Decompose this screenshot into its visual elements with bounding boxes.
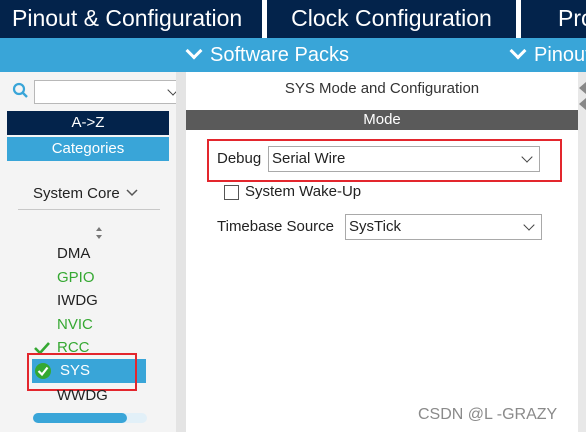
system-wakeup-checkbox[interactable] — [224, 185, 239, 200]
panel-splitter[interactable] — [176, 72, 186, 432]
highlight-box — [27, 353, 137, 391]
mode-header: Mode — [186, 110, 578, 130]
divider — [18, 209, 160, 210]
timebase-source-label: Timebase Source — [217, 218, 334, 235]
list-item-gpio[interactable]: GPIO — [57, 269, 95, 286]
tab-clock-configuration[interactable]: Clock Configuration — [267, 0, 516, 38]
tab-project-manager[interactable]: Pro — [521, 0, 586, 38]
panel-edge — [578, 72, 586, 432]
categories-button[interactable]: Categories — [7, 137, 169, 161]
tab-label: Pro — [558, 5, 586, 31]
panel-title: SYS Mode and Configuration — [284, 80, 480, 97]
timebase-value: SysTick — [349, 218, 401, 235]
system-wakeup-label: System Wake-Up — [245, 183, 362, 200]
list-item-iwdg[interactable]: IWDG — [57, 292, 98, 309]
search-icon[interactable] — [12, 82, 30, 100]
chevron-down-icon — [509, 42, 527, 60]
list-item-dma[interactable]: DMA — [57, 245, 90, 262]
pinout-label: Pinout — [534, 44, 586, 66]
list-item-wwdg[interactable]: WWDG — [57, 387, 108, 404]
software-packs-menu[interactable]: Software Packs — [185, 38, 349, 72]
chevron-down-icon — [523, 219, 535, 231]
tab-label: Pinout & Configuration — [12, 5, 243, 31]
section-label: System Core — [33, 185, 120, 202]
list-item-nvic[interactable]: NVIC — [57, 316, 93, 333]
software-packs-label: Software Packs — [210, 44, 349, 66]
chevron-down-icon — [185, 42, 203, 60]
tab-label: Clock Configuration — [291, 5, 492, 31]
sort-az-button[interactable]: A->Z — [7, 111, 169, 135]
tab-pinout-configuration[interactable]: Pinout & Configuration — [0, 0, 262, 38]
search-input[interactable] — [34, 80, 184, 104]
pinout-menu[interactable]: Pinout — [509, 38, 586, 72]
highlight-box — [207, 139, 562, 182]
watermark: CSDN @L -GRAZY — [418, 406, 558, 423]
scrollbar-thumb[interactable] — [33, 413, 127, 423]
sort-icon — [96, 227, 102, 239]
chevron-down-icon — [126, 189, 138, 197]
timebase-source-select[interactable]: SysTick — [345, 214, 542, 240]
collapse-arrows-icon[interactable] — [578, 80, 586, 112]
system-core-dropdown[interactable]: System Core — [33, 185, 138, 202]
